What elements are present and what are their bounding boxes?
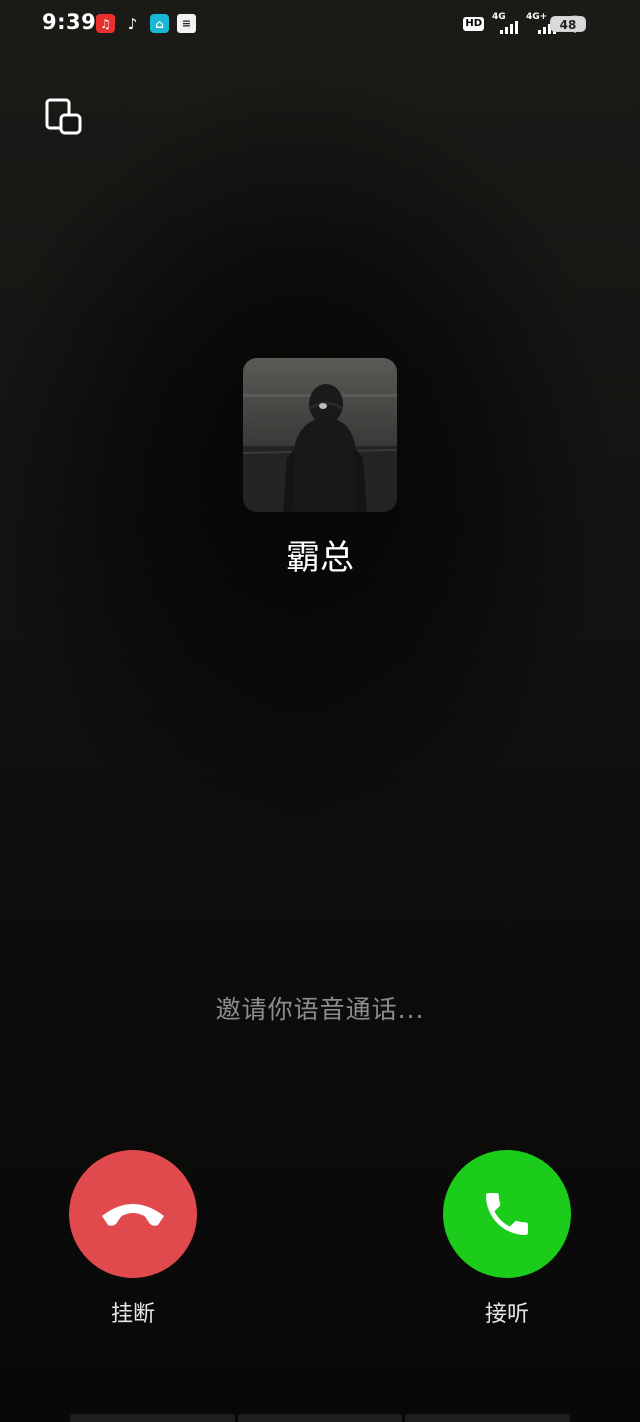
app-store-icon: ⌂ <box>150 14 169 33</box>
caller-avatar <box>243 358 397 512</box>
decline-call-action: 挂断 <box>68 1150 198 1328</box>
tiktok-icon: ♪ <box>127 14 138 33</box>
battery-icon: 48 <box>550 16 586 32</box>
document-icon: ≡ <box>177 14 196 33</box>
call-status-text: 邀请你语音通话... <box>215 995 425 1024</box>
netease-music-icon: ♫ <box>96 14 115 33</box>
signal-1-icon: 4G <box>492 12 518 34</box>
hang-up-icon <box>102 1204 164 1226</box>
notification-icons: ♫ ♪ ⌂ ≡ <box>96 14 196 33</box>
minimize-window-button[interactable] <box>40 94 86 140</box>
status-bar: 9:39 ♫ ♪ ⌂ ≡ HD 4G 4G+ 48 <box>0 0 640 50</box>
hd-voice-icon: HD <box>463 17 484 31</box>
phone-icon <box>486 1193 528 1235</box>
decline-button[interactable] <box>69 1150 197 1278</box>
caller-name: 霸总 <box>286 538 354 578</box>
floating-window-icon <box>45 98 82 135</box>
decline-label: 挂断 <box>110 1302 155 1327</box>
accept-label: 接听 <box>484 1302 529 1327</box>
voice-call-screen: 9:39 ♫ ♪ ⌂ ≡ HD 4G 4G+ 48 霸总 邀请你语音通话... … <box>0 0 640 1422</box>
accept-call-action: 接听 <box>442 1150 572 1328</box>
gesture-bar <box>70 1414 571 1422</box>
accept-button[interactable] <box>443 1150 571 1278</box>
status-time: 9:39 <box>42 10 97 34</box>
